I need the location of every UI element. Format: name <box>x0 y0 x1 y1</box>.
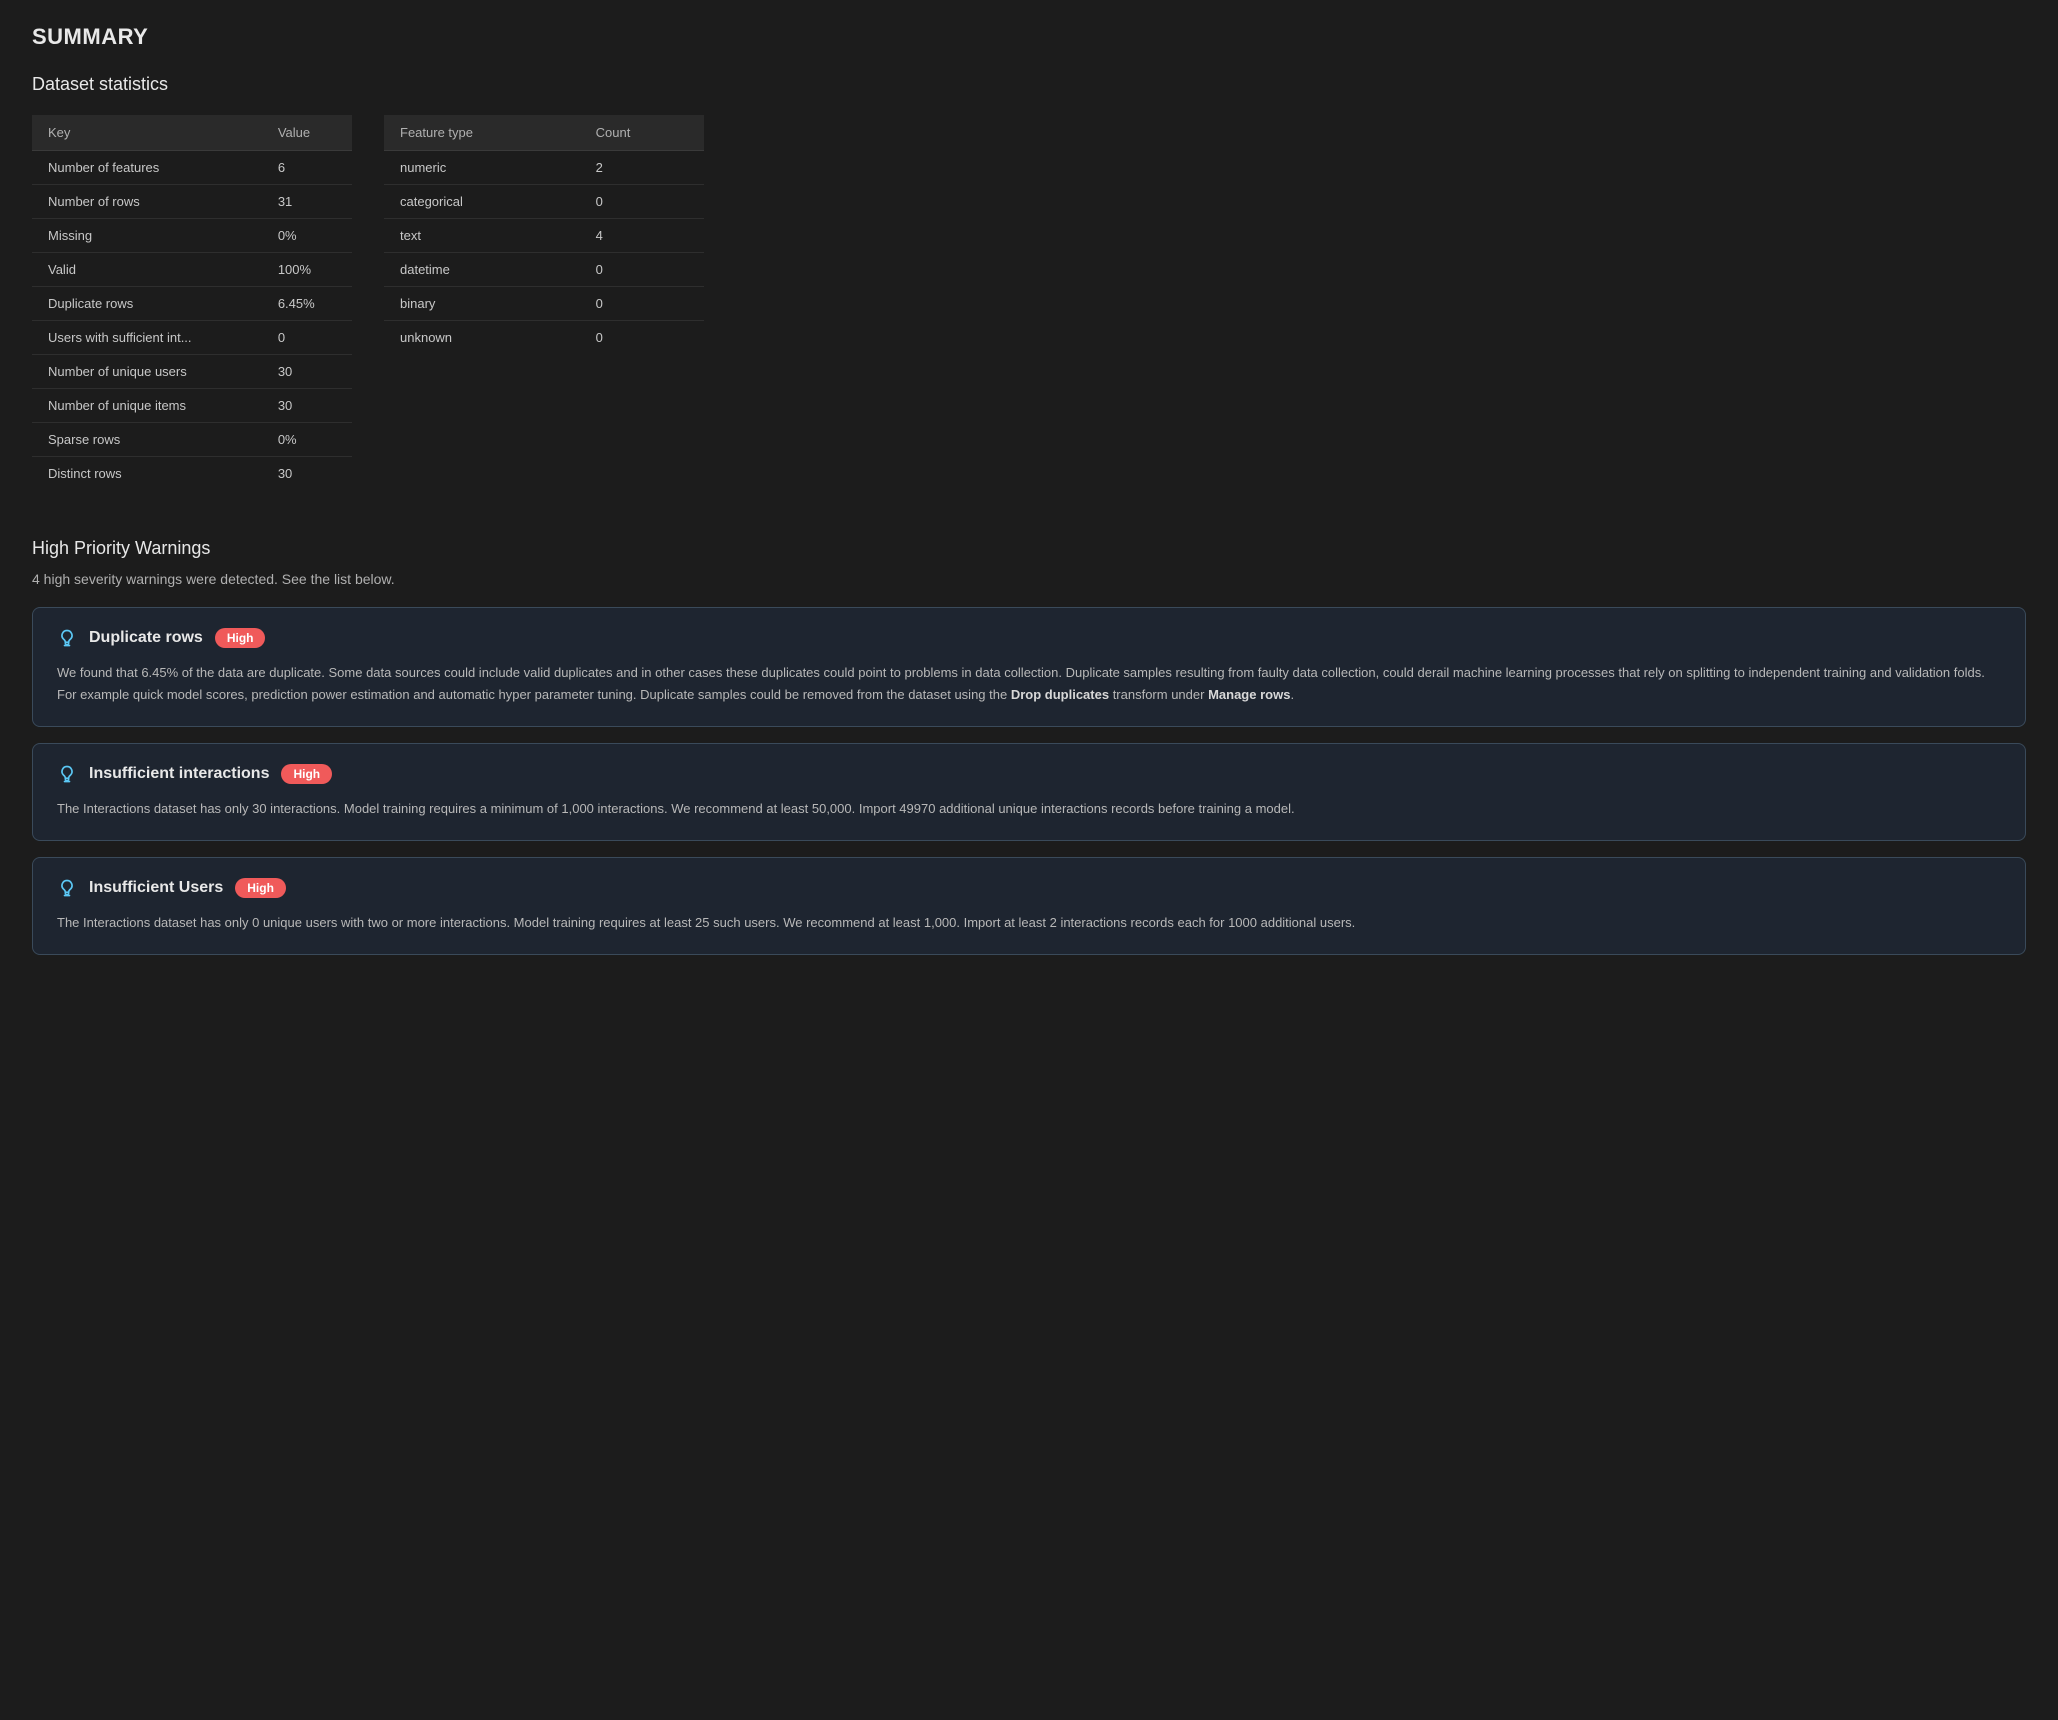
high-severity-badge: High <box>235 878 286 898</box>
ft-col-type: Feature type <box>384 115 580 151</box>
dataset-stats-container: Key Value Number of features 6 Number of… <box>32 115 2026 490</box>
kv-value-cell: 30 <box>262 355 352 389</box>
ft-count-cell: 0 <box>580 185 704 219</box>
high-severity-badge: High <box>215 628 266 648</box>
kv-key-cell: Number of unique items <box>32 389 262 423</box>
table-row: text 4 <box>384 219 704 253</box>
ft-count-cell: 0 <box>580 287 704 321</box>
kv-value-cell: 30 <box>262 457 352 491</box>
feature-type-table: Feature type Count numeric 2 categorical… <box>384 115 704 354</box>
kv-value-cell: 30 <box>262 389 352 423</box>
warning-title: Insufficient interactions <box>89 765 269 783</box>
kv-key-cell: Sparse rows <box>32 423 262 457</box>
kv-col-key: Key <box>32 115 262 151</box>
kv-key-cell: Number of features <box>32 151 262 185</box>
warning-body: We found that 6.45% of the data are dupl… <box>57 662 2001 706</box>
ft-count-cell: 4 <box>580 219 704 253</box>
manage-rows-link: Manage rows <box>1208 687 1290 702</box>
kv-value-cell: 0 <box>262 321 352 355</box>
ft-type-cell: categorical <box>384 185 580 219</box>
warning-card-header: Duplicate rows High <box>57 628 2001 648</box>
ft-type-cell: numeric <box>384 151 580 185</box>
warning-body: The Interactions dataset has only 30 int… <box>57 798 2001 820</box>
table-row: Users with sufficient int... 0 <box>32 321 352 355</box>
kv-key-cell: Distinct rows <box>32 457 262 491</box>
table-row: Missing 0% <box>32 219 352 253</box>
kv-key-cell: Number of unique users <box>32 355 262 389</box>
table-row: datetime 0 <box>384 253 704 287</box>
kv-value-cell: 0% <box>262 423 352 457</box>
kv-col-value: Value <box>262 115 352 151</box>
warnings-count-text: 4 high severity warnings were detected. … <box>32 571 2026 587</box>
kv-value-cell: 100% <box>262 253 352 287</box>
ft-type-cell: datetime <box>384 253 580 287</box>
warnings-section: High Priority Warnings 4 high severity w… <box>32 538 2026 955</box>
table-row: Number of rows 31 <box>32 185 352 219</box>
table-row: Number of unique users 30 <box>32 355 352 389</box>
warning-title: Insufficient Users <box>89 879 223 897</box>
warning-title: Duplicate rows <box>89 629 203 647</box>
table-row: Number of unique items 30 <box>32 389 352 423</box>
key-value-table: Key Value Number of features 6 Number of… <box>32 115 352 490</box>
feature-type-table-container: Feature type Count numeric 2 categorical… <box>384 115 704 490</box>
warning-card-insufficient-interactions: Insufficient interactions High The Inter… <box>32 743 2026 841</box>
ft-count-cell: 0 <box>580 253 704 287</box>
ft-type-cell: unknown <box>384 321 580 355</box>
table-row: unknown 0 <box>384 321 704 355</box>
table-row: Sparse rows 0% <box>32 423 352 457</box>
warning-body: The Interactions dataset has only 0 uniq… <box>57 912 2001 934</box>
warnings-container: Duplicate rows High We found that 6.45% … <box>32 607 2026 955</box>
ft-type-cell: text <box>384 219 580 253</box>
warning-bulb-icon <box>57 628 77 648</box>
kv-value-cell: 6.45% <box>262 287 352 321</box>
dataset-statistics-heading: Dataset statistics <box>32 74 2026 95</box>
kv-value-cell: 0% <box>262 219 352 253</box>
warning-bulb-icon <box>57 878 77 898</box>
kv-key-cell: Valid <box>32 253 262 287</box>
kv-key-cell: Missing <box>32 219 262 253</box>
table-row: numeric 2 <box>384 151 704 185</box>
table-row: categorical 0 <box>384 185 704 219</box>
ft-col-count: Count <box>580 115 704 151</box>
warning-bulb-icon <box>57 764 77 784</box>
table-row: Distinct rows 30 <box>32 457 352 491</box>
kv-value-cell: 6 <box>262 151 352 185</box>
warning-card-header: Insufficient interactions High <box>57 764 2001 784</box>
kv-key-cell: Number of rows <box>32 185 262 219</box>
kv-key-cell: Users with sufficient int... <box>32 321 262 355</box>
drop-duplicates-link: Drop duplicates <box>1011 687 1109 702</box>
table-row: Number of features 6 <box>32 151 352 185</box>
ft-count-cell: 2 <box>580 151 704 185</box>
table-row: binary 0 <box>384 287 704 321</box>
warning-card-duplicate-rows: Duplicate rows High We found that 6.45% … <box>32 607 2026 727</box>
warnings-heading: High Priority Warnings <box>32 538 2026 559</box>
kv-value-cell: 31 <box>262 185 352 219</box>
warning-card-header: Insufficient Users High <box>57 878 2001 898</box>
table-row: Valid 100% <box>32 253 352 287</box>
key-value-table-container: Key Value Number of features 6 Number of… <box>32 115 352 490</box>
page-title: SUMMARY <box>32 24 2026 50</box>
ft-type-cell: binary <box>384 287 580 321</box>
ft-count-cell: 0 <box>580 321 704 355</box>
table-row: Duplicate rows 6.45% <box>32 287 352 321</box>
warning-card-insufficient-users: Insufficient Users High The Interactions… <box>32 857 2026 955</box>
kv-key-cell: Duplicate rows <box>32 287 262 321</box>
high-severity-badge: High <box>281 764 332 784</box>
